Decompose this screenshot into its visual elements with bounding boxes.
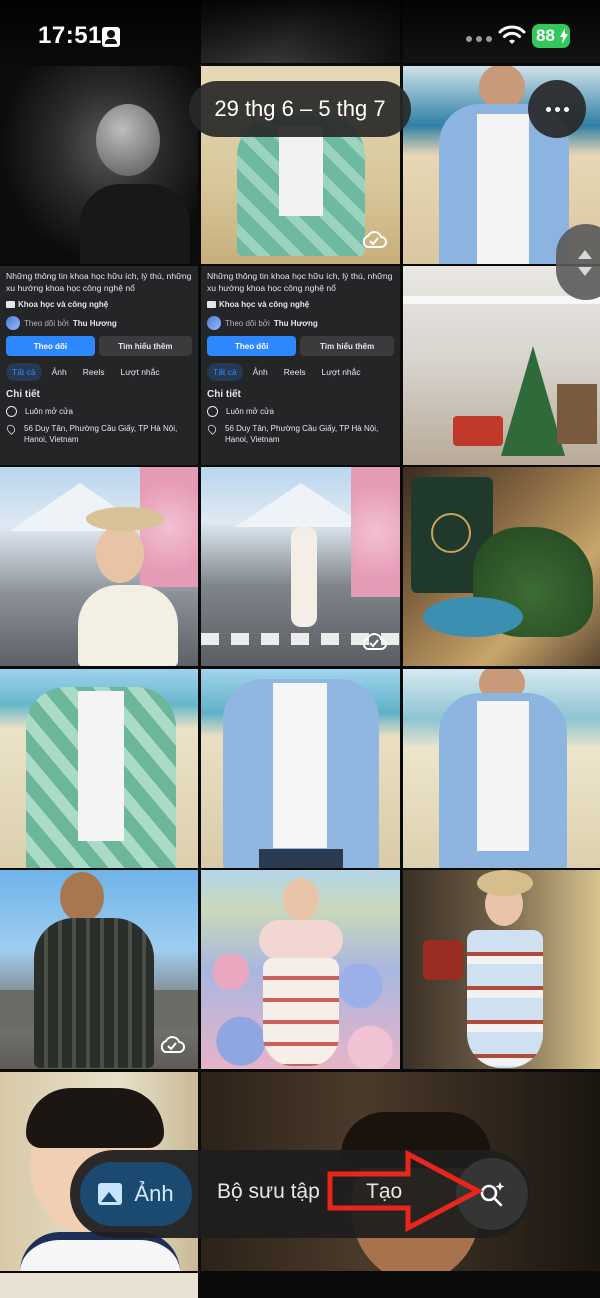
followed-by: Theo dõi bởi Thu Hương [6, 316, 192, 330]
category-icon [6, 301, 15, 308]
status-bar: 17:51 88 [0, 0, 600, 66]
signal-dots-icon [466, 36, 492, 42]
scroll-arrows-icon [578, 250, 592, 276]
photo-icon [98, 1183, 123, 1205]
follow-button[interactable]: Theo dõi [207, 336, 297, 356]
followed-by: Theo dõi bởi Thu Hương [207, 316, 394, 330]
address: 56 Duy Tân, Phường Cầu Giấy, TP Hà Nội, … [225, 424, 379, 444]
nav-photos-tab[interactable]: Ảnh [80, 1162, 192, 1226]
page-category: Khoa học và công nghệ [207, 300, 394, 309]
cloud-backup-icon [160, 1036, 185, 1053]
person-badge-icon [102, 27, 120, 47]
learn-more-button[interactable]: Tìm hiểu thêm [98, 336, 192, 356]
avatar [6, 316, 20, 330]
page-info-card[interactable]: Những thông tin khoa học hữu ích, lý thú… [0, 266, 198, 465]
tab-all[interactable]: Tất cả [6, 363, 42, 381]
charging-bolt-icon [560, 28, 568, 44]
nav-photos-label: Ảnh [134, 1181, 174, 1206]
page-info-card[interactable]: Những thông tin khoa học hữu ích, lý thú… [201, 266, 400, 465]
annotation-arrow-icon [327, 1150, 484, 1232]
location-pin-icon [5, 423, 17, 435]
tab-mentions[interactable]: Lượt nhắc [114, 363, 165, 381]
tab-reels[interactable]: Reels [278, 363, 312, 381]
photo-thumbnail[interactable] [0, 669, 198, 868]
photo-thumbnail[interactable] [201, 669, 400, 868]
page-description: Những thông tin khoa học hữu ích, lý thú… [207, 271, 393, 293]
page-category: Khoa học và công nghệ [6, 300, 192, 309]
address: 56 Duy Tân, Phường Cầu Giấy, TP Hà Nội, … [24, 424, 178, 444]
tab-mentions[interactable]: Lượt nhắc [315, 363, 366, 381]
tab-all[interactable]: Tất cả [207, 363, 243, 381]
photo-thumbnail[interactable] [0, 870, 198, 1069]
cloud-backup-icon [362, 231, 387, 248]
learn-more-button[interactable]: Tìm hiểu thêm [300, 336, 394, 356]
date-range-pill: 29 thg 6 – 5 thg 7 [189, 81, 411, 137]
photo-thumbnail[interactable] [403, 669, 600, 868]
clock-icon [6, 406, 17, 417]
clock-icon [207, 406, 218, 417]
page-tabs: Tất cả Ảnh Reels Lượt nhắc [207, 363, 394, 381]
follow-button[interactable]: Theo dõi [6, 336, 95, 356]
opening-hours: Luôn mở cửa [226, 407, 274, 416]
details-title: Chi tiết [6, 389, 40, 400]
tab-reels[interactable]: Reels [77, 363, 111, 381]
fast-scroll-handle[interactable] [556, 224, 600, 300]
photo-thumbnail[interactable] [403, 870, 600, 1069]
photo-thumbnail[interactable] [201, 870, 400, 1069]
photo-thumbnail[interactable] [0, 467, 198, 666]
battery-indicator: 88 [532, 24, 570, 48]
photo-thumbnail[interactable] [0, 1273, 198, 1298]
tab-photos[interactable]: Ảnh [247, 363, 274, 381]
nav-collections-tab[interactable]: Bộ sưu tập [217, 1180, 320, 1204]
photo-thumbnail[interactable] [403, 467, 600, 666]
more-options-button[interactable] [528, 80, 586, 138]
page-description: Những thông tin khoa học hữu ích, lý thú… [6, 271, 192, 293]
photo-grid: Những thông tin khoa học hữu ích, lý thú… [0, 0, 600, 1298]
more-vert-icon [545, 106, 569, 112]
location-pin-icon [206, 423, 218, 435]
tab-photos[interactable]: Ảnh [46, 363, 73, 381]
status-time: 17:51 [38, 22, 102, 49]
cloud-backup-icon [362, 633, 387, 650]
photo-thumbnail[interactable] [0, 66, 198, 264]
opening-hours: Luôn mở cửa [25, 407, 73, 416]
wifi-icon [498, 25, 526, 44]
photo-thumbnail[interactable] [201, 467, 400, 666]
battery-level: 88 [536, 26, 555, 45]
category-icon [207, 301, 216, 308]
avatar [207, 316, 221, 330]
page-tabs: Tất cả Ảnh Reels Lượt nhắc [6, 363, 192, 381]
details-title: Chi tiết [207, 389, 241, 400]
